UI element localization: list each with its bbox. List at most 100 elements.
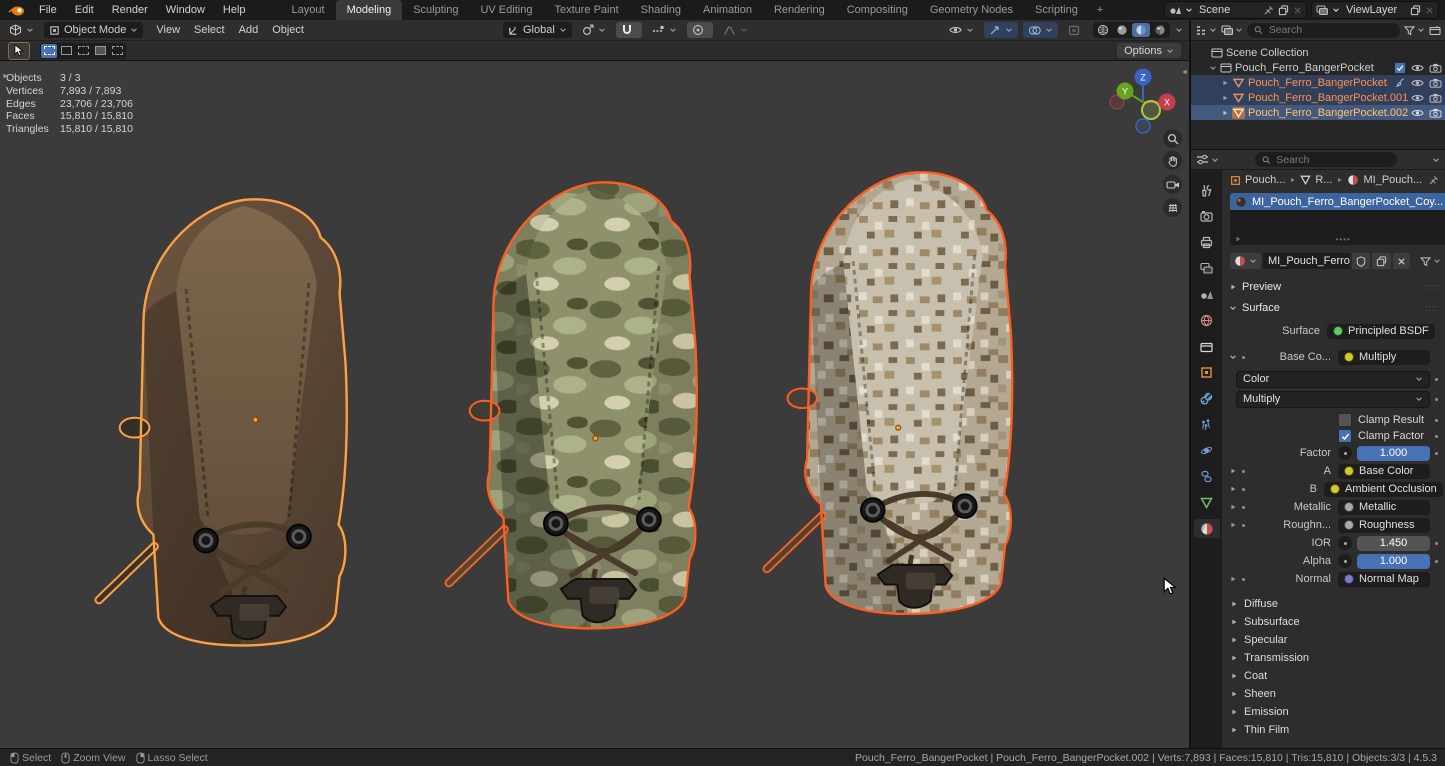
workspace-tab-rendering[interactable]: Rendering [763, 0, 836, 20]
tab-physics[interactable] [1194, 441, 1220, 460]
outliner-editor-type-button[interactable] [1195, 25, 1217, 36]
shading-material-button[interactable] [1132, 23, 1150, 37]
pin-icon[interactable] [1263, 5, 1274, 16]
fake-user-toggle[interactable] [1352, 253, 1370, 269]
section-emission[interactable]: Emission [1222, 703, 1445, 721]
disclosure-closed-icon[interactable] [1229, 467, 1237, 475]
editor-type-button[interactable] [4, 22, 39, 38]
render-visibility-camera-icon[interactable] [1429, 108, 1442, 118]
tab-scene[interactable] [1194, 285, 1220, 304]
section-thin-film[interactable]: Thin Film [1222, 721, 1445, 739]
transform-orientation-dropdown[interactable]: Global [503, 22, 572, 38]
disclosure-open-icon[interactable] [1209, 64, 1217, 72]
add-workspace-button[interactable]: + [1089, 4, 1111, 16]
outliner-row-scene-collection[interactable]: Scene Collection [1191, 45, 1445, 60]
menu-view[interactable]: View [149, 24, 187, 36]
select-mode-intersect[interactable] [109, 44, 125, 58]
hide-eye-icon[interactable] [1411, 93, 1424, 103]
disclosure-closed-icon[interactable] [1229, 521, 1237, 529]
hide-eye-icon[interactable] [1411, 63, 1424, 73]
tab-object[interactable] [1194, 363, 1220, 382]
proportional-editing-toggle[interactable] [687, 22, 713, 38]
breadcrumb-object[interactable]: Pouch... [1230, 174, 1285, 186]
properties-search-input[interactable] [1274, 153, 1389, 167]
section-sheen[interactable]: Sheen [1222, 685, 1445, 703]
alpha-slider[interactable]: 1.000 [1357, 554, 1430, 569]
viewlayer-selector[interactable]: ViewLayer [1311, 1, 1439, 19]
pivot-point-dropdown[interactable] [577, 22, 611, 38]
select-mode-set[interactable] [41, 44, 57, 58]
workspace-tab-layout[interactable]: Layout [281, 0, 336, 20]
section-specular[interactable]: Specular [1222, 631, 1445, 649]
properties-search[interactable] [1255, 152, 1397, 167]
breadcrumb-material[interactable]: MI_Pouch... [1347, 174, 1422, 186]
slot-specials-icon[interactable] [1234, 235, 1242, 243]
tab-world[interactable] [1194, 311, 1220, 330]
menu-edit[interactable]: Edit [66, 4, 103, 16]
pin-icon[interactable] [1428, 175, 1439, 186]
outliner-row-collection[interactable]: Pouch_Ferro_BangerPocket [1191, 60, 1445, 75]
workspace-tab-shading[interactable]: Shading [630, 0, 692, 20]
viewport-camera-view-button[interactable] [1163, 175, 1182, 194]
new-viewlayer-icon[interactable] [1410, 5, 1421, 16]
unlink-material-button[interactable] [1393, 253, 1410, 269]
resize-grip-icon[interactable]: •••• [1335, 235, 1350, 244]
workspace-tab-compositing[interactable]: Compositing [836, 0, 919, 20]
menu-add[interactable]: Add [232, 24, 266, 36]
viewport-perspective-toggle-button[interactable] [1163, 198, 1182, 217]
viewport-pan-button[interactable] [1163, 151, 1182, 170]
pouch-model-desert[interactable] [767, 172, 1012, 614]
metallic-button[interactable]: Metallic [1338, 500, 1430, 515]
gizmo-axis-neg-y[interactable] [1142, 101, 1160, 119]
disclosure-closed-icon[interactable] [1221, 79, 1229, 87]
base-color-node-button[interactable]: Multiply [1338, 350, 1430, 365]
blender-logo-icon[interactable] [8, 3, 26, 17]
select-mode-invert[interactable] [92, 44, 108, 58]
tab-modifiers[interactable] [1194, 389, 1220, 408]
alpha-socket-button[interactable] [1338, 554, 1352, 568]
new-scene-icon[interactable] [1278, 5, 1289, 16]
surface-shader-button[interactable]: Principled BSDF [1327, 324, 1435, 339]
workspace-tab-texture-paint[interactable]: Texture Paint [543, 0, 629, 20]
select-mode-subtract[interactable] [75, 44, 91, 58]
disclosure-closed-icon[interactable] [1229, 485, 1237, 493]
mode-dropdown[interactable]: Object Mode [44, 22, 143, 38]
factor-slider[interactable]: 1.000 [1357, 446, 1430, 461]
render-visibility-camera-icon[interactable] [1429, 78, 1442, 88]
section-diffuse[interactable]: Diffuse [1222, 595, 1445, 613]
unlink-scene-icon[interactable] [1293, 6, 1302, 15]
ior-socket-button[interactable] [1338, 536, 1352, 550]
shading-solid-button[interactable] [1113, 23, 1131, 37]
breadcrumb-mesh[interactable]: R... [1300, 174, 1332, 186]
outliner-row-object-1[interactable]: Pouch_Ferro_BangerPocket.001 [1191, 90, 1445, 105]
disclosure-closed-icon[interactable] [1229, 503, 1237, 511]
input-a-button[interactable]: Base Color [1338, 464, 1430, 479]
workspace-tab-animation[interactable]: Animation [692, 0, 763, 20]
section-subsurface[interactable]: Subsurface [1222, 613, 1445, 631]
snap-target-dropdown[interactable] [647, 22, 682, 38]
viewport-zoom-button[interactable] [1163, 129, 1182, 148]
collection-checkbox[interactable] [1394, 62, 1406, 74]
material-filter-dropdown[interactable] [1420, 256, 1441, 267]
tab-collection[interactable] [1194, 337, 1220, 356]
workspace-tab-uv-editing[interactable]: UV Editing [469, 0, 543, 20]
proportional-falloff-dropdown[interactable] [718, 22, 753, 38]
outliner-filter-dropdown[interactable] [1404, 25, 1425, 36]
outliner-row-object-0[interactable]: Pouch_Ferro_BangerPocket [1191, 75, 1445, 90]
section-transmission[interactable]: Transmission [1222, 649, 1445, 667]
material-slot-list[interactable]: MI_Pouch_Ferro_BangerPocket_Coy... •••• [1230, 193, 1445, 245]
menu-render[interactable]: Render [103, 4, 157, 16]
xray-toggle[interactable] [1063, 22, 1088, 38]
preview-panel-header[interactable]: Preview :::: [1222, 278, 1445, 295]
workspace-tab-sculpting[interactable]: Sculpting [402, 0, 469, 20]
snap-toggle[interactable] [616, 22, 642, 38]
tab-constraints[interactable] [1194, 467, 1220, 486]
hide-eye-icon[interactable] [1411, 78, 1424, 88]
clamp-result-checkbox[interactable] [1338, 413, 1352, 427]
mix-data-type-dropdown[interactable]: Color [1236, 371, 1430, 388]
object-visibility-dropdown[interactable] [944, 22, 979, 38]
properties-options-chevron-icon[interactable] [1432, 156, 1440, 164]
shading-wireframe-button[interactable] [1094, 23, 1112, 37]
tab-output[interactable] [1194, 233, 1220, 252]
scene-selector[interactable]: Scene [1164, 1, 1307, 19]
